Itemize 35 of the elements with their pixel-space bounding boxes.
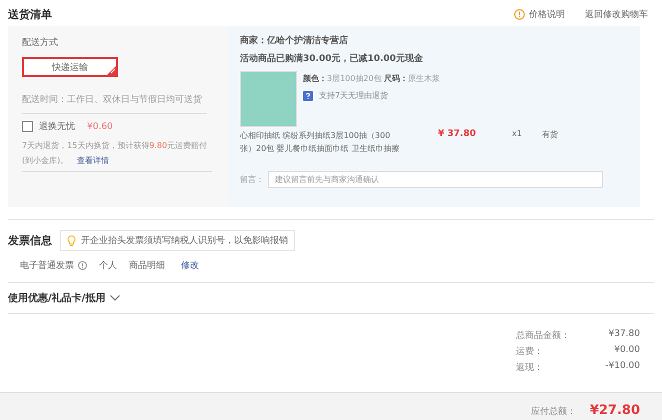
product-quantity: x1 [512,129,523,138]
insurance-description: 7天内退货，15天内换货，预计获得9.80元运费赔付(到小金库)。 查看详情 [22,138,212,172]
invoice-holder: 个人 [99,260,117,272]
details-link[interactable]: 查看详情 [76,156,109,165]
note-field[interactable]: 建议留言前先与商家沟通确认 [268,171,603,188]
shipping-method-option[interactable]: 快递运输 [22,57,118,77]
product-name[interactable]: 心相印抽纸 缤纷系列抽纸3层100抽（300张）20包 婴儿餐巾纸抽面巾纸 卫生纸巾抽擦 [240,129,400,155]
invoice-tip: 开企业抬头发票须填写纳税人识别号，以免影响报销 [81,234,288,247]
return-policy: 支持7天无理由退货 [319,90,388,101]
price-note-link[interactable]: 价格说明 [529,8,565,20]
product-price: ¥ 37.80 [438,129,477,139]
delivery-time: 配送时间：工作日、双休日与节假日均可送货 [22,93,207,114]
shipping-label: 配送方式 [22,36,59,49]
insurance-price: ¥0.60 [87,122,113,132]
total-amount: ¥27.80 [590,403,640,418]
promotion-text: 活动商品已购满30.00元，已减10.00元现金 [240,52,424,66]
product-attributes: 颜色：3层100抽20包 尺码：原生木浆 [303,73,440,84]
stock-status: 有货 [542,129,558,140]
back-to-cart-link[interactable]: 返回修改购物车 [585,8,648,20]
summary-value: ¥37.80 [608,329,640,341]
summary-label: 总商品金额： [516,330,570,342]
summary-label: 运费： [516,346,543,358]
summary-label: 返现： [516,362,543,374]
section-title: 送货清单 [8,6,52,22]
insurance-label: 退换无忧 [39,120,75,133]
note-label: 留言： [240,174,264,185]
total-label: 应付总额： [530,406,576,418]
invoice-title: 发票信息 [8,233,52,248]
summary-value: ¥0.00 [614,345,640,357]
summary-value: -¥10.00 [605,361,640,373]
invoice-content: 商品明细 [129,260,165,272]
seller-name: 商家：亿哈个护清洁专营店 [240,34,349,48]
invoice-type: 电子普通发票 [20,259,74,272]
coupon-toggle[interactable]: 使用优惠/礼品卡/抵用 [0,283,662,313]
edit-invoice-link[interactable]: 修改 [181,259,199,272]
